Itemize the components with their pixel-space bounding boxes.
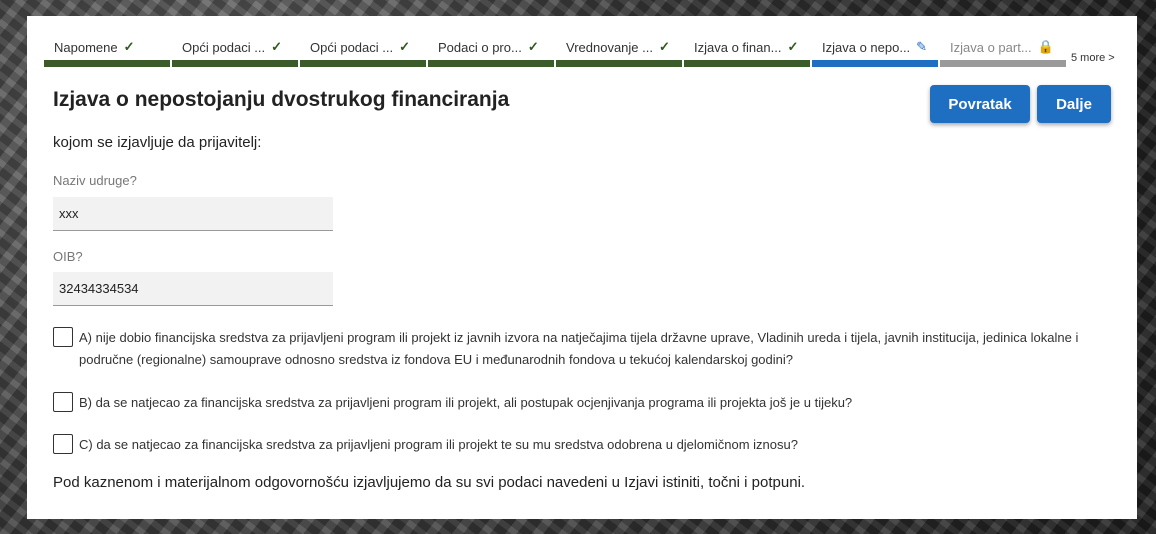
option-c-text: C) da se natjecao za financijska sredstv… [79,437,798,452]
step-progress-bar [172,60,298,67]
more-steps-link[interactable]: 5 more > [1071,52,1115,64]
lock-icon: 🔒 [1037,39,1054,54]
option-c-checkbox[interactable] [53,434,73,454]
step-progress-bar [684,60,810,67]
back-button[interactable]: Povratak [930,85,1030,123]
option-b-checkbox[interactable] [53,392,73,412]
form-card: Napomene ✓ Opći podaci ... ✓ Opći podaci .… [27,16,1137,519]
step-progress-bar [44,60,170,67]
declaration-statement: Pod kaznenom i materijalnom odgovornošću… [53,474,806,491]
option-a-checkbox[interactable] [53,327,73,347]
step-label: Izjava o part... [950,39,1032,55]
check-icon: ✓ [123,39,135,54]
option-a-text: A) nije dobio financijska sredstva za pr… [79,330,1079,367]
option-b-row: B) da se natjecao za financijska sredstv… [53,392,1099,414]
step-label: Izjava o nepo... [822,39,911,55]
step-progress-bar [940,60,1066,67]
page-title: Izjava o nepostojanju dvostrukog financi… [53,88,510,111]
check-icon: ✓ [787,39,799,54]
check-icon: ✓ [658,39,670,54]
check-icon: ✓ [271,39,283,54]
step-progress-bar [556,60,682,67]
step-label: Opći podaci ... [182,39,266,55]
option-a-row: A) nije dobio financijska sredstva za pr… [53,327,1099,371]
name-field-label: Naziv udruge? [53,173,137,188]
oib-field[interactable]: 32434334534 [53,272,333,306]
step-label: Podaci o pro... [438,39,522,55]
check-icon: ✓ [527,39,539,54]
step-izjava-o-partnerstvu: Izjava o part... 🔒 [940,38,1068,68]
option-b-text: B) da se natjecao za financijska sredstv… [79,395,853,410]
step-izjava-o-financiranju[interactable]: Izjava o finan... ✓ [684,38,812,68]
step-label: Izjava o finan... [694,39,782,55]
page-subtitle: kojom se izjavljuje da prijavitelj: [53,134,262,151]
step-opci-podaci-2[interactable]: Opći podaci ... ✓ [300,38,428,68]
option-c-row: C) da se natjecao za financijska sredstv… [53,434,1099,456]
stepper: Napomene ✓ Opći podaci ... ✓ Opći podaci .… [44,38,1068,68]
step-progress-bar [812,60,938,67]
check-icon: ✓ [399,39,411,54]
step-progress-bar [428,60,554,67]
step-opci-podaci-1[interactable]: Opći podaci ... ✓ [172,38,300,68]
step-label: Vrednovanje ... [566,39,653,55]
step-progress-bar [300,60,426,67]
next-button[interactable]: Dalje [1037,85,1111,123]
name-field[interactable]: xxx [53,197,333,231]
oib-field-label: OIB? [53,249,83,264]
step-izjava-o-nepostojanju[interactable]: Izjava o nepo... ✎ [812,38,940,68]
step-podaci-o-projektu[interactable]: Podaci o pro... ✓ [428,38,556,68]
pencil-icon: ✎ [916,39,928,54]
step-label: Napomene [54,39,118,55]
step-napomene[interactable]: Napomene ✓ [44,38,172,68]
step-label: Opći podaci ... [310,39,394,55]
step-vrednovanje[interactable]: Vrednovanje ... ✓ [556,38,684,68]
